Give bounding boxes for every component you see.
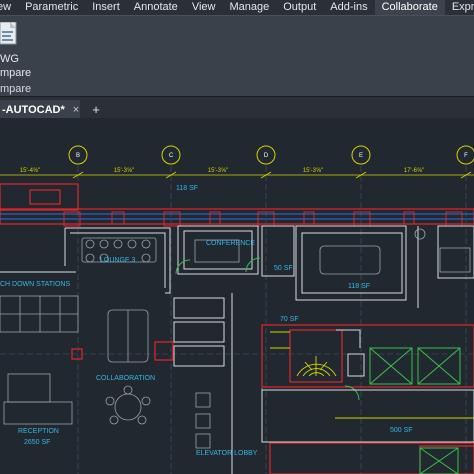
document-tab-autocad[interactable]: -AUTOCAD* ×: [0, 100, 80, 119]
ribbon-panel: WG mpare mpare: [0, 15, 474, 97]
close-tab-icon[interactable]: ×: [73, 104, 79, 116]
dwg-compare-label-line1[interactable]: WG: [0, 53, 19, 66]
floor-plan-drawing: B C D E F 15'-4⅝" 15'-3⅝" 15'-3⅝" 15'-3⅝…: [0, 145, 474, 474]
compare-panel-title: mpare: [0, 83, 32, 95]
ribbon-tab-bar: ew Parametric Insert Annotate View Manage Outp…: [0, 0, 474, 15]
room-name-label: COLLABORATION: [96, 375, 155, 382]
drawing-canvas[interactable]: B C D E F 15'-4⅝" 15'-3⅝" 15'-3⅝" 15'-3⅝…: [0, 118, 474, 474]
ribbon-tab-express-tools[interactable]: Express Tools: [445, 0, 474, 15]
document-tab-label: -AUTOCAD*: [2, 103, 65, 116]
room-area-label: 118 SF: [176, 185, 198, 192]
dimension-text: 15'-3⅝": [208, 168, 228, 174]
ribbon-tab-collaborate[interactable]: Collaborate: [374, 0, 445, 15]
dwg-compare-label-line2[interactable]: mpare: [0, 67, 31, 80]
ribbon-tab-ew[interactable]: ew: [0, 0, 18, 15]
room-name-label: CONFERENCE: [206, 240, 255, 247]
room-name-label: LOUNGE 3: [100, 257, 136, 264]
dimension-text: 15'-3⅝": [114, 168, 134, 174]
room-name-label: CH DOWN STATIONS: [0, 281, 70, 288]
room-area-label: 2650 SF: [24, 439, 50, 446]
room-area-label: 500 SF: [390, 427, 413, 434]
room-area-label: 50 SF: [274, 265, 293, 272]
ribbon-tab-view[interactable]: View: [185, 0, 223, 15]
room-area-label: 70 SF: [280, 316, 299, 323]
dimension-text: 15'-4⅝": [20, 168, 40, 174]
grid-label: F: [464, 153, 468, 159]
ribbon-tab-annotate[interactable]: Annotate: [127, 0, 185, 15]
room-area-label: 118 SF: [348, 283, 370, 290]
dimension-text: 15'-3⅝": [303, 168, 323, 174]
dimension-text: 17'-6⅝": [404, 168, 424, 174]
ribbon-tab-manage[interactable]: Manage: [222, 0, 276, 15]
room-name-label: RECEPTION: [18, 428, 59, 435]
ribbon-tab-insert[interactable]: Insert: [85, 0, 127, 15]
room-name-label: ELEVATOR LOBBY: [196, 450, 258, 457]
document-tab-bar: -AUTOCAD* × +: [0, 96, 474, 119]
grid-label: D: [264, 153, 269, 159]
new-tab-plus-icon[interactable]: +: [88, 102, 104, 117]
ribbon-tab-output[interactable]: Output: [276, 0, 323, 15]
ribbon-tab-add-ins[interactable]: Add-ins: [323, 0, 374, 15]
grid-label: C: [169, 153, 174, 159]
grid-label: B: [76, 153, 80, 159]
ribbon-tab-parametric[interactable]: Parametric: [18, 0, 85, 15]
grid-label: E: [359, 153, 363, 159]
dwg-compare-icon[interactable]: [0, 22, 18, 46]
